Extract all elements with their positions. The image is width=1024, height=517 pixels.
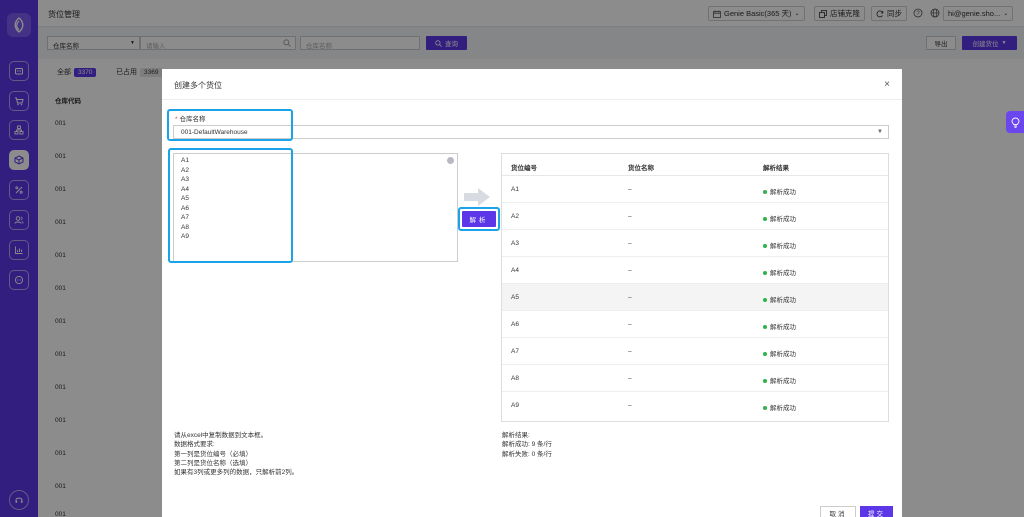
parse-result-table: 货位编号 货位名称 解析结果 A1 – 解析成功 A2 – 解析成功 A3 – … xyxy=(501,153,889,422)
dialog-title: 创建多个货位 xyxy=(174,81,222,90)
row-result: 解析成功 xyxy=(763,267,796,277)
summary-line: 解析成功: 9 条/行 xyxy=(502,441,552,449)
table-row: A3 – 解析成功 xyxy=(502,230,888,257)
row-result: 解析成功 xyxy=(763,375,796,385)
row-result: 解析成功 xyxy=(763,321,796,331)
row-name: – xyxy=(628,348,632,355)
row-result-text: 解析成功 xyxy=(770,378,796,385)
dialog-divider xyxy=(162,99,902,100)
table-row: A8 – 解析成功 xyxy=(502,365,888,392)
success-dot-icon xyxy=(763,298,767,303)
caret-down-icon: ▼ xyxy=(877,129,883,135)
success-dot-icon xyxy=(763,217,767,222)
submit-label: 提交 xyxy=(868,510,885,517)
row-name: – xyxy=(628,294,632,301)
table-row: A1 – 解析成功 xyxy=(502,176,888,203)
row-name: – xyxy=(628,402,632,409)
row-result: 解析成功 xyxy=(763,294,796,304)
parse-summary: 解析结果: 解析成功: 9 条/行 解析失败: 0 条/行 xyxy=(502,431,552,459)
row-code: A4 xyxy=(511,267,519,274)
row-result: 解析成功 xyxy=(763,240,796,250)
success-dot-icon xyxy=(763,244,767,249)
row-code: A3 xyxy=(511,240,519,247)
success-dot-icon xyxy=(763,271,767,276)
arrow-right-icon xyxy=(464,188,490,206)
instruction-line: 如果有3列或更多列的数据，只解析前2列。 xyxy=(174,469,299,477)
cancel-button[interactable]: 取消 xyxy=(820,506,856,517)
col-parse-result: 解析结果 xyxy=(763,165,789,172)
success-dot-icon xyxy=(763,190,767,195)
summary-line: 解析失败: 0 条/行 xyxy=(502,450,552,458)
row-name: – xyxy=(628,213,632,220)
cancel-label: 取消 xyxy=(829,510,847,517)
row-name: – xyxy=(628,375,632,382)
success-dot-icon xyxy=(763,379,767,384)
col-location-code: 货位编号 xyxy=(511,165,537,172)
instruction-line: 数据格式要求: xyxy=(174,441,215,449)
row-code: A6 xyxy=(511,321,519,328)
row-result-text: 解析成功 xyxy=(770,216,796,223)
table-row: A5 – 解析成功 xyxy=(502,284,888,311)
parse-highlight-box xyxy=(458,207,500,231)
instruction-line: 第一列是货位编号（必填） xyxy=(174,450,252,458)
row-code: A7 xyxy=(511,348,519,355)
row-result-text: 解析成功 xyxy=(770,243,796,250)
textarea-highlight-box xyxy=(168,148,293,263)
row-result-text: 解析成功 xyxy=(770,351,796,358)
row-result: 解析成功 xyxy=(763,213,796,223)
row-result-text: 解析成功 xyxy=(770,297,796,304)
table-row: A9 – 解析成功 xyxy=(502,392,888,419)
row-code: A8 xyxy=(511,375,519,382)
row-name: – xyxy=(628,321,632,328)
table-row: A7 – 解析成功 xyxy=(502,338,888,365)
result-table-header: 货位编号 货位名称 解析结果 xyxy=(502,154,888,176)
instruction-line: 请从excel中复制数据到文本框。 xyxy=(174,432,268,439)
summary-line: 解析结果: xyxy=(502,432,530,439)
bulb-icon xyxy=(1011,117,1019,128)
clear-icon[interactable] xyxy=(447,157,454,164)
success-dot-icon xyxy=(763,352,767,357)
success-dot-icon xyxy=(763,325,767,330)
row-result-text: 解析成功 xyxy=(770,189,796,196)
instruction-line: 第二列是货位名称（选填） xyxy=(174,459,252,467)
input-instructions: 请从excel中复制数据到文本框。 数据格式要求: 第一列是货位编号（必填） 第… xyxy=(174,431,298,477)
row-code: A2 xyxy=(511,213,519,220)
row-code: A5 xyxy=(511,294,519,301)
create-multiple-locations-dialog: 创建多个货位 × * 仓库名称 001-DefaultWarehouse ▼ A1… xyxy=(162,69,902,517)
submit-button[interactable]: 提交 xyxy=(860,506,893,517)
row-name: – xyxy=(628,240,632,247)
row-code: A9 xyxy=(511,402,519,409)
row-result: 解析成功 xyxy=(763,402,796,412)
row-result-text: 解析成功 xyxy=(770,270,796,277)
row-result-text: 解析成功 xyxy=(770,324,796,331)
warehouse-highlight-box xyxy=(167,109,293,141)
table-row: A2 – 解析成功 xyxy=(502,203,888,230)
row-name: – xyxy=(628,186,632,193)
close-icon[interactable]: × xyxy=(884,79,890,90)
row-result-text: 解析成功 xyxy=(770,405,796,412)
table-row: A4 – 解析成功 xyxy=(502,257,888,284)
success-dot-icon xyxy=(763,406,767,411)
row-code: A1 xyxy=(511,186,519,193)
row-result: 解析成功 xyxy=(763,186,796,196)
tips-button[interactable] xyxy=(1006,111,1024,133)
table-row: A6 – 解析成功 xyxy=(502,311,888,338)
row-name: – xyxy=(628,267,632,274)
col-location-name: 货位名称 xyxy=(628,165,654,172)
row-result: 解析成功 xyxy=(763,348,796,358)
